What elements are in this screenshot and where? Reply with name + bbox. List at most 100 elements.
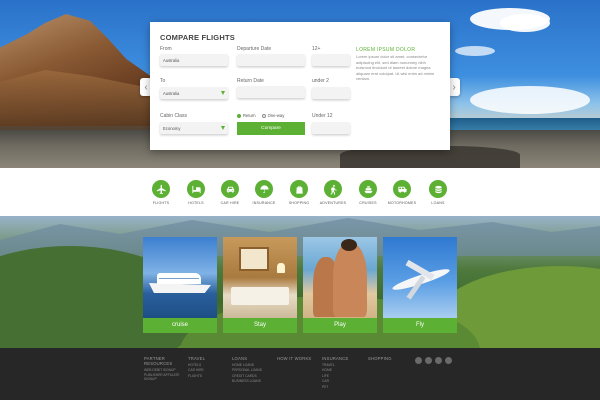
departure-date-label: Departure Date bbox=[237, 46, 272, 52]
footer-link[interactable]: CAR bbox=[322, 379, 360, 383]
footer-col-shopping: SHOPPING bbox=[368, 356, 404, 361]
footer-link[interactable]: LIFE bbox=[322, 374, 360, 378]
footer-link[interactable]: CAR HIRE bbox=[188, 368, 224, 372]
tile-fly[interactable]: Fly bbox=[383, 237, 457, 333]
room-bed bbox=[231, 287, 289, 305]
category-hotels[interactable]: HOTELS bbox=[179, 180, 213, 205]
category-label: LOANS bbox=[431, 201, 445, 205]
cloud bbox=[500, 14, 550, 32]
radio-dot bbox=[237, 113, 241, 118]
twitter-icon[interactable] bbox=[425, 357, 432, 364]
compare-button[interactable]: Compare bbox=[237, 122, 305, 135]
footer-col-travel: TRAVEL HOTELS CAR HIRE FLIGHTS bbox=[188, 356, 224, 378]
experience-tiles: cruise Stay Play Fly bbox=[143, 237, 459, 333]
category-label: ADVENTURES bbox=[319, 201, 347, 205]
cabin-class-label: Cabin Class bbox=[160, 113, 187, 119]
form-title: COMPARE FLIGHTS bbox=[160, 33, 235, 42]
category-car-hire[interactable]: CAR HIRE bbox=[213, 180, 247, 205]
tile-label: Fly bbox=[383, 318, 457, 333]
hiker-icon bbox=[324, 180, 342, 198]
category-loans[interactable]: LOANS bbox=[421, 180, 455, 205]
footer-link[interactable]: PERSONAL LOANS bbox=[232, 368, 272, 372]
category-motorhomes[interactable]: MOTORHOMES bbox=[385, 180, 419, 205]
airplane-photo bbox=[383, 237, 457, 318]
category-cruises[interactable]: CRUISES bbox=[351, 180, 385, 205]
footer-link[interactable]: TRAVEL bbox=[322, 363, 360, 367]
footer-link[interactable]: HOME bbox=[322, 368, 360, 372]
footer-link[interactable]: FLIGHTS bbox=[188, 374, 224, 378]
footer-link[interactable]: HOME LOANS bbox=[232, 363, 272, 367]
return-radio[interactable]: Return bbox=[237, 113, 256, 118]
footer-heading: LOANS bbox=[232, 356, 248, 361]
footer-heading[interactable]: SHOPPING bbox=[368, 356, 404, 361]
google-plus-icon[interactable] bbox=[435, 357, 442, 364]
facebook-icon[interactable] bbox=[415, 357, 422, 364]
promo-text: Lorem ipsum dolor sit amet, consectetur … bbox=[356, 54, 435, 82]
footer-link[interactable]: HOTELS bbox=[188, 363, 224, 367]
promo-title: LOREM IPSUM DOLOR bbox=[356, 47, 416, 53]
car-icon bbox=[221, 180, 239, 198]
tile-play[interactable]: Play bbox=[303, 237, 377, 333]
return-date-input[interactable] bbox=[237, 86, 305, 98]
footer: PARTNER RESOURCES WEB DEBIT SIGNUP PUBLI… bbox=[0, 348, 600, 400]
cloud bbox=[470, 86, 590, 114]
linkedin-icon[interactable] bbox=[445, 357, 452, 364]
departure-date-input[interactable] bbox=[237, 54, 305, 66]
footer-heading[interactable]: HOW IT WORKS bbox=[277, 356, 317, 361]
coins-icon bbox=[429, 180, 447, 198]
umbrella-icon bbox=[255, 180, 273, 198]
children-label: Under 12 bbox=[312, 113, 333, 119]
trip-type-radios: Return One-way bbox=[237, 113, 284, 118]
footer-heading: PARTNER RESOURCES bbox=[144, 356, 173, 366]
motorhome-icon bbox=[393, 180, 411, 198]
person-right bbox=[333, 243, 367, 317]
category-shopping[interactable]: SHOPPING bbox=[282, 180, 316, 205]
chevron-down-icon bbox=[221, 126, 225, 130]
footer-link[interactable]: WEB DEBIT SIGNUP bbox=[144, 368, 182, 372]
cabin-class-select[interactable]: Economy bbox=[160, 122, 228, 134]
footer-col-partner-resources: PARTNER RESOURCES WEB DEBIT SIGNUP PUBLI… bbox=[144, 356, 182, 381]
cloud bbox=[455, 46, 495, 56]
hotel-icon bbox=[187, 180, 205, 198]
ship-windows bbox=[159, 278, 199, 279]
footer-heading: TRAVEL bbox=[188, 356, 206, 361]
category-label: CAR HIRE bbox=[220, 201, 240, 205]
room-window bbox=[239, 247, 269, 271]
shopping-bag-icon bbox=[290, 180, 308, 198]
to-select[interactable]: Australia bbox=[160, 87, 228, 99]
from-value: Australia bbox=[163, 57, 180, 63]
room-lamp bbox=[277, 263, 285, 273]
footer-col-how-it-works: HOW IT WORKS bbox=[277, 356, 317, 361]
return-date-label: Return Date bbox=[237, 78, 264, 84]
category-insurance[interactable]: INSURANCE bbox=[247, 180, 281, 205]
footer-link[interactable]: PUBLISHER AFFILIATE SIGNUP bbox=[144, 373, 182, 381]
tile-stay[interactable]: Stay bbox=[223, 237, 297, 333]
tile-label: Stay bbox=[223, 318, 297, 333]
footer-link[interactable]: CREDIT CARDS bbox=[232, 374, 272, 378]
category-label: MOTORHOMES bbox=[387, 201, 417, 205]
landscape-section: cruise Stay Play Fly bbox=[0, 216, 600, 348]
chevron-down-icon bbox=[221, 91, 225, 95]
to-value: Australia bbox=[163, 90, 180, 96]
from-label: From bbox=[160, 46, 172, 52]
adults-input[interactable] bbox=[312, 54, 350, 66]
category-label: SHOPPING bbox=[288, 201, 310, 205]
from-select[interactable]: Australia bbox=[160, 54, 228, 66]
category-label: CRUISES bbox=[359, 201, 377, 205]
plane-icon bbox=[152, 180, 170, 198]
tile-cruise[interactable]: cruise bbox=[143, 237, 217, 333]
category-adventures[interactable]: ADVENTURES bbox=[316, 180, 350, 205]
category-strip: FLIGHTS HOTELS CAR HIRE INSURANCE SHOPPI… bbox=[0, 168, 600, 216]
tile-label: cruise bbox=[143, 318, 217, 333]
footer-link[interactable]: PET bbox=[322, 385, 360, 389]
radio-dot bbox=[261, 113, 266, 118]
footer-link[interactable]: BUSINESS LOANS bbox=[232, 379, 272, 383]
oneway-radio[interactable]: One-way bbox=[261, 113, 285, 118]
category-label: INSURANCE bbox=[252, 201, 276, 205]
cruise-photo bbox=[143, 237, 217, 318]
infants-input[interactable] bbox=[312, 87, 350, 99]
children-input[interactable] bbox=[312, 122, 350, 134]
category-flights[interactable]: FLIGHTS bbox=[144, 180, 178, 205]
oneway-radio-label: One-way bbox=[267, 113, 285, 118]
ship-icon bbox=[359, 180, 377, 198]
